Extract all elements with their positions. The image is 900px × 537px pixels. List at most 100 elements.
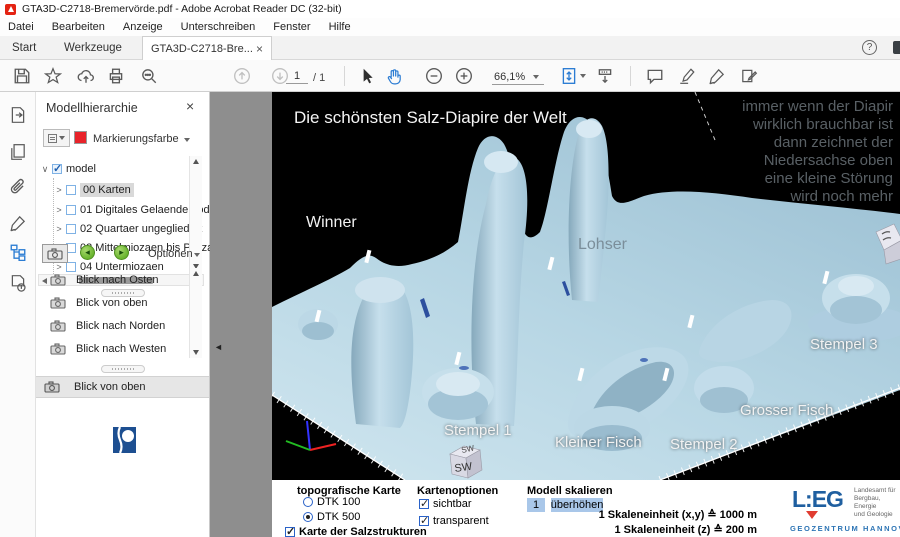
tree-row-root[interactable]: ∨ model — [40, 160, 96, 178]
checkbox-label: Karte der Salzstrukturen — [299, 526, 427, 537]
notification-icon[interactable] — [893, 41, 900, 54]
view-item[interactable]: Blick nach Westen — [50, 339, 166, 359]
chevron-down-icon — [59, 136, 65, 140]
ueberhoehen-button[interactable]: überhöhen — [551, 498, 603, 512]
acrobat-window: GTA3D-C2718-Bremervörde.pdf - Adobe Acro… — [0, 0, 900, 537]
marker-color-swatch[interactable] — [74, 131, 87, 144]
panel-collapse-arrow-icon[interactable]: ◄ — [214, 342, 223, 352]
radio-selected-icon[interactable] — [303, 512, 313, 522]
page-info-icon[interactable] — [9, 274, 27, 292]
chevron-down-icon[interactable] — [194, 253, 200, 257]
scale-value-field[interactable]: 1 — [527, 498, 545, 512]
marker-color-label[interactable]: Markierungsfarbe — [93, 133, 179, 145]
views-options-button[interactable]: Optionen — [148, 248, 193, 260]
tree-row[interactable]: > 00 Karten — [54, 181, 134, 199]
zoom-out-icon[interactable] — [425, 67, 443, 85]
list-icon — [48, 134, 57, 143]
page-number-input[interactable] — [286, 69, 308, 84]
3d-canvas[interactable]: SW SW Die schönsten Salz-Diapire der Wel… — [272, 92, 900, 480]
view-label: Blick nach Osten — [76, 274, 159, 286]
tree-label[interactable]: model — [66, 163, 96, 175]
menu-anzeige[interactable]: Anzeige — [123, 21, 163, 33]
panel-close-icon[interactable]: × — [186, 98, 194, 114]
chevron-down-icon[interactable] — [580, 74, 586, 78]
menu-datei[interactable]: Datei — [8, 21, 34, 33]
signatures-icon[interactable] — [9, 214, 27, 232]
checkbox-icon[interactable] — [66, 224, 76, 234]
camera-icon — [50, 297, 66, 309]
stamp-tools-icon[interactable] — [740, 67, 758, 85]
lbeg-org-line: und Geologie — [854, 511, 893, 518]
scroll-up-icon[interactable] — [193, 271, 199, 276]
highlighter-icon[interactable] — [678, 67, 696, 85]
comment-icon[interactable] — [646, 67, 664, 85]
scroll-mode-icon[interactable] — [596, 67, 614, 85]
scroll-down-icon[interactable] — [193, 350, 199, 355]
next-view-button[interactable]: ▸ — [114, 245, 129, 260]
checkbox-checked-icon[interactable] — [285, 527, 295, 537]
left-tool-rail — [0, 92, 36, 537]
view-label: Blick nach Westen — [76, 343, 166, 355]
tab-document[interactable]: GTA3D-C2718-Bre... × — [142, 36, 272, 60]
chevron-down-icon[interactable] — [184, 138, 190, 142]
chevron-collapsed-icon[interactable]: > — [54, 205, 64, 215]
checkbox-checked-icon[interactable] — [419, 499, 429, 509]
checkbox-transparent[interactable]: transparent — [419, 515, 489, 527]
tab-werkzeuge[interactable]: Werkzeuge — [64, 36, 122, 60]
chevron-collapsed-icon[interactable]: > — [54, 224, 64, 234]
tab-close-icon[interactable]: × — [256, 44, 263, 54]
zoom-in-icon[interactable] — [455, 67, 473, 85]
scroll-up-icon[interactable] — [193, 159, 199, 164]
search-icon[interactable] — [140, 67, 158, 85]
export-pdf-icon[interactable] — [9, 106, 27, 124]
radio-dtk100[interactable]: DTK 100 — [303, 496, 360, 508]
checkbox-icon[interactable] — [66, 205, 76, 215]
star-icon[interactable] — [44, 67, 62, 85]
menu-unterschreiben[interactable]: Unterschreiben — [181, 21, 256, 33]
tree-row[interactable]: > 02 Quartaer ungegliedert — [54, 220, 202, 238]
cloud-upload-icon[interactable] — [77, 67, 95, 85]
views-camera-button[interactable] — [42, 244, 68, 263]
active-view-row[interactable]: Blick von oben — [36, 376, 209, 398]
select-tool-icon[interactable] — [358, 67, 376, 85]
save-icon[interactable] — [13, 67, 31, 85]
menu-fenster[interactable]: Fenster — [273, 21, 310, 33]
help-icon[interactable]: ? — [862, 40, 877, 55]
previous-page-icon[interactable] — [233, 67, 251, 85]
views-vertical-scrollbar[interactable] — [189, 268, 202, 358]
attachments-icon[interactable] — [9, 178, 27, 196]
view-item[interactable]: Blick nach Norden — [50, 316, 165, 336]
model-tree-icon[interactable] — [9, 243, 27, 261]
checkbox-icon[interactable] — [66, 185, 76, 195]
checkbox-sichtbar[interactable]: sichtbar — [419, 498, 472, 510]
modell-skalieren-heading: Modell skalieren — [527, 485, 613, 497]
chevron-expanded-icon[interactable]: ∨ — [40, 164, 50, 175]
zoom-level-select[interactable]: 66,1% — [492, 69, 544, 85]
page-thumbnails-icon[interactable] — [9, 143, 27, 161]
previous-view-button[interactable]: ◂ — [80, 245, 95, 260]
menu-hilfe[interactable]: Hilfe — [329, 21, 351, 33]
scene-title: Die schönsten Salz-Diapire der Welt — [294, 108, 567, 128]
chevron-collapsed-icon[interactable]: > — [54, 185, 64, 195]
tree-label-selected[interactable]: 00 Karten — [80, 183, 134, 197]
view-item[interactable]: Blick nach Osten — [50, 270, 159, 290]
radio-dtk500[interactable]: DTK 500 — [303, 511, 360, 523]
checkbox-salzstrukturen[interactable]: Karte der Salzstrukturen — [285, 526, 427, 537]
lbeg-logo-text: L:EG — [792, 486, 843, 513]
tab-start[interactable]: Start — [12, 36, 36, 60]
print-icon[interactable] — [107, 67, 125, 85]
menu-bar: Datei Bearbeiten Anzeige Unterschreiben … — [0, 18, 900, 36]
tree-options-button[interactable] — [43, 129, 70, 147]
fill-sign-icon[interactable] — [708, 67, 726, 85]
radio-icon[interactable] — [303, 497, 313, 507]
view-item[interactable]: Blick von oben — [50, 293, 148, 313]
panel-splitter-handle[interactable] — [101, 365, 145, 373]
fit-page-icon[interactable] — [560, 67, 578, 85]
checkbox-checked-icon[interactable] — [419, 516, 429, 526]
menu-bearbeiten[interactable]: Bearbeiten — [52, 21, 105, 33]
tree-label[interactable]: 02 Quartaer ungegliedert — [80, 223, 202, 235]
model-hierarchy-panel: Modellhierarchie × Markierungsfarbe ∨ mo… — [36, 92, 210, 537]
page-total: / 1 — [313, 72, 325, 84]
hand-tool-icon[interactable] — [385, 67, 403, 85]
checkbox-checked-icon[interactable] — [52, 164, 62, 174]
